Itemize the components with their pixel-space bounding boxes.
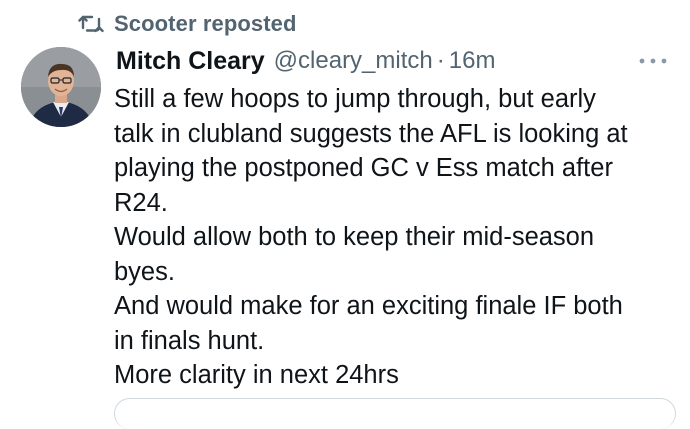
tweet-text-line: playing the postponed GC v Ess match aft…	[114, 154, 613, 182]
tweet-header: Mitch Cleary @cleary_mitch · 16m	[116, 44, 674, 78]
tweet-text-line: And would make for an exciting finale IF…	[114, 292, 623, 320]
tweet-text-line: Would allow both to keep their mid-seaso…	[114, 223, 595, 251]
author-display-name[interactable]: Mitch Cleary	[116, 47, 265, 76]
author-handle[interactable]: @cleary_mitch	[274, 47, 433, 75]
tweet-text-line: byes.	[114, 257, 175, 286]
tweet-article[interactable]: Scooter reposted Mitch Cleary @cleary_mi…	[0, 0, 690, 429]
repost-label[interactable]: Scooter reposted	[114, 11, 297, 37]
embedded-card-edge[interactable]	[114, 398, 676, 429]
tweet-text-line: Still a few hoops to jump through, but e…	[114, 85, 596, 113]
tweet-text-line: R24.	[114, 188, 168, 217]
separator-dot: ·	[436, 47, 445, 74]
tweet-text: Still a few hoops to jump through, but e…	[114, 82, 674, 393]
avatar-photo	[21, 47, 101, 127]
tweet-text-line: in finals hunt.	[114, 326, 265, 355]
timestamp[interactable]: 16m	[449, 47, 496, 75]
tweet-text-line: More clarity in next 24hrs	[114, 361, 399, 389]
more-horizontal-icon[interactable]	[638, 56, 668, 66]
repost-icon	[78, 15, 104, 33]
tweet-text-line: talk in clubland suggests the AFL is loo…	[114, 119, 628, 148]
avatar[interactable]	[21, 47, 101, 127]
repost-indicator[interactable]: Scooter reposted	[78, 10, 297, 38]
